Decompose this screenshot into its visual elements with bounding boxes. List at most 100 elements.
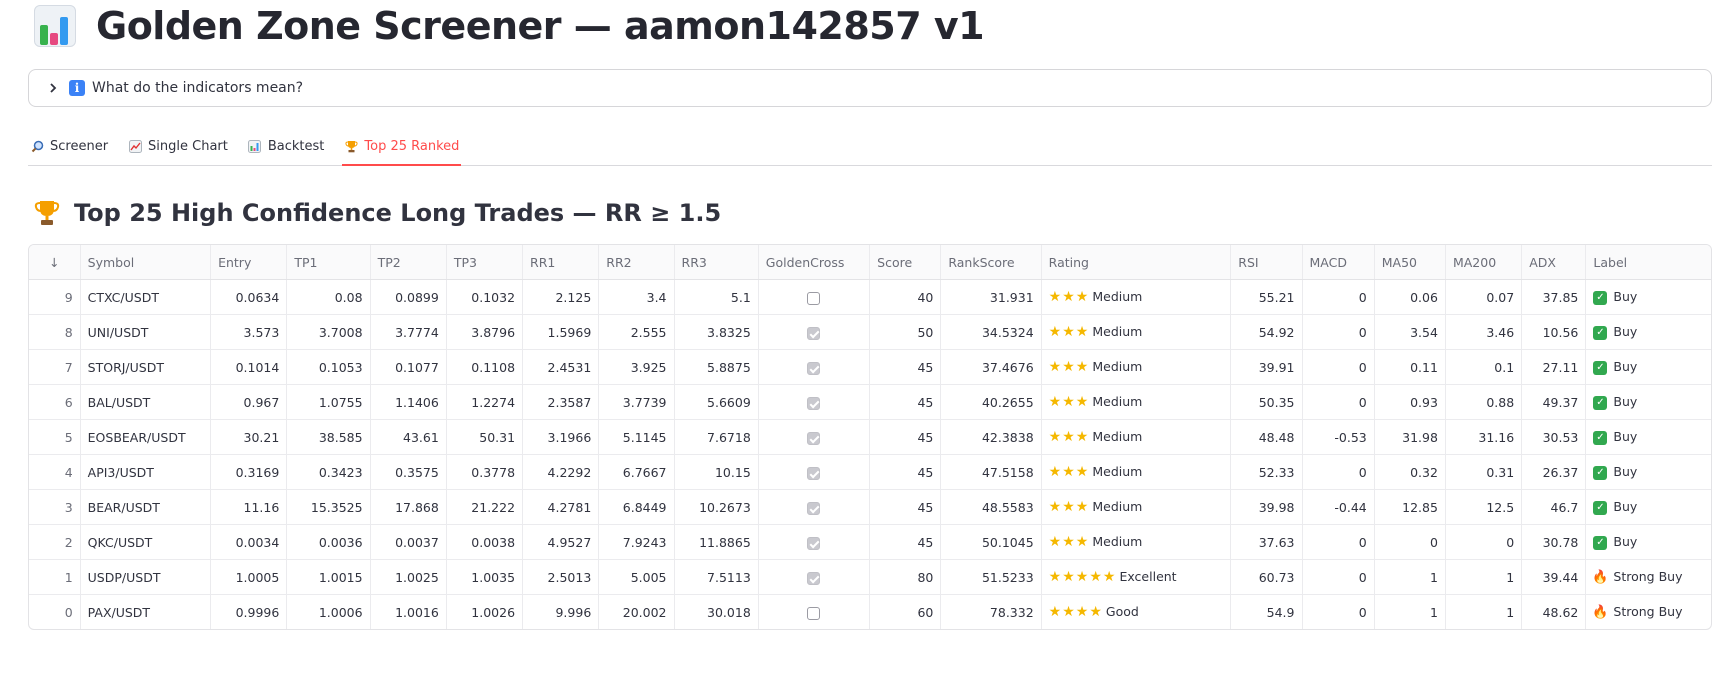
tab-top-25-ranked[interactable]: Top 25 Ranked (342, 128, 462, 166)
row-index: 5 (29, 419, 81, 455)
cell-golden-cross (758, 314, 871, 350)
golden-cross-checkbox[interactable] (807, 291, 821, 305)
cell-rr2: 5.1145 (598, 419, 675, 455)
cell-rating: ★★★ Medium (1041, 419, 1232, 455)
cell-golden-cross (758, 349, 871, 385)
golden-cross-checkbox[interactable] (807, 606, 821, 620)
golden-cross-checkbox[interactable] (807, 536, 821, 550)
table-row[interactable]: 8 UNI/USDT 3.573 3.7008 3.7774 3.8796 1.5969 2.… (29, 314, 1711, 350)
cell-rsi: 39.91 (1230, 349, 1303, 385)
star-icon: ★ (1062, 324, 1075, 340)
cell-rsi: 52.33 (1230, 454, 1303, 490)
rating-label: Medium (1092, 394, 1143, 409)
column-header[interactable]: ADX (1521, 245, 1587, 280)
label-text: Buy (1613, 499, 1638, 515)
cell-tp1: 1.0006 (286, 594, 371, 629)
column-header[interactable]: RR3 (674, 245, 759, 280)
cell-symbol: BEAR/USDT (80, 489, 212, 525)
column-header[interactable]: MA50 (1374, 245, 1446, 280)
column-header[interactable]: RR2 (598, 245, 675, 280)
column-header[interactable]: MA200 (1445, 245, 1523, 280)
cell-symbol: USDP/USDT (80, 559, 212, 595)
table-row[interactable]: 7 STORJ/USDT 0.1014 0.1053 0.1077 0.1108 2.453… (29, 349, 1711, 385)
golden-cross-checkbox[interactable] (807, 431, 821, 445)
table-row[interactable]: 9 CTXC/USDT 0.0634 0.08 0.0899 0.1032 2.125 3.4… (29, 279, 1711, 315)
cell-adx: 39.44 (1521, 559, 1587, 595)
column-header[interactable]: Label (1585, 245, 1711, 280)
cell-score: 80 (869, 559, 942, 595)
page-title: Golden Zone Screener — aamon142857 v1 (96, 4, 985, 48)
column-header[interactable]: Symbol (80, 245, 212, 280)
cell-label: ✓ Buy (1585, 384, 1711, 420)
star-icon: ★ (1062, 394, 1075, 410)
table-row[interactable]: 6 BAL/USDT 0.967 1.0755 1.1406 1.2274 2.3587 3.… (29, 384, 1711, 420)
table-row[interactable]: 3 BEAR/USDT 11.16 15.3525 17.868 21.222 4.2781… (29, 489, 1711, 525)
cell-ma200: 1 (1445, 559, 1523, 595)
sort-arrow-icon[interactable]: ↓ (29, 245, 81, 280)
column-header[interactable]: TP3 (446, 245, 524, 280)
cell-ma50: 0.06 (1374, 279, 1446, 315)
golden-cross-checkbox[interactable] (807, 326, 821, 340)
row-index: 1 (29, 559, 81, 595)
cell-golden-cross (758, 489, 871, 525)
star-icon: ★ (1048, 499, 1062, 515)
cell-score: 40 (869, 279, 942, 315)
cell-ma50: 1 (1374, 559, 1446, 595)
cell-score: 45 (869, 524, 942, 560)
table-header-row: ↓ Symbol Entry TP1 TP2 TP3 RR1 RR2 RR3 G… (29, 245, 1711, 280)
column-header[interactable]: RSI (1230, 245, 1303, 280)
cell-ma200: 0 (1445, 524, 1523, 560)
cell-adx: 49.37 (1521, 384, 1587, 420)
star-icon: ★ (1075, 394, 1089, 410)
cell-adx: 48.62 (1521, 594, 1587, 629)
cell-macd: 0 (1302, 314, 1375, 350)
table-row[interactable]: 1 USDP/USDT 1.0005 1.0015 1.0025 1.0035 2.5013… (29, 559, 1711, 595)
cell-rank-score: 42.3838 (940, 419, 1042, 455)
row-index: 4 (29, 454, 81, 490)
cell-rr1: 3.1966 (522, 419, 600, 455)
tab-single-chart[interactable]: Single Chart (126, 128, 230, 165)
cell-rank-score: 78.332 (940, 594, 1042, 629)
column-header[interactable]: GoldenCross (758, 245, 871, 280)
cell-tp3: 50.31 (446, 419, 524, 455)
table-row[interactable]: 5 EOSBEAR/USDT 30.21 38.585 43.61 50.31 3.1966… (29, 419, 1711, 455)
cell-tp2: 1.0016 (370, 594, 447, 629)
column-header[interactable]: TP2 (370, 245, 447, 280)
cell-label: 🔥 Strong Buy (1585, 594, 1711, 629)
cell-label: ✓ Buy (1585, 454, 1711, 490)
cell-rr3: 5.6609 (674, 384, 759, 420)
column-header[interactable]: Rating (1041, 245, 1232, 280)
tab-label: Single Chart (148, 139, 228, 154)
cell-tp3: 0.3778 (446, 454, 524, 490)
column-header[interactable]: MACD (1302, 245, 1375, 280)
cell-macd: 0 (1302, 559, 1375, 595)
cell-score: 45 (869, 384, 942, 420)
star-icon: ★ (1075, 534, 1089, 550)
cell-tp3: 3.8796 (446, 314, 524, 350)
table-row[interactable]: 0 PAX/USDT 0.9996 1.0006 1.0016 1.0026 9.996 20… (29, 594, 1711, 629)
golden-cross-checkbox[interactable] (807, 466, 821, 480)
column-header[interactable]: RankScore (940, 245, 1042, 280)
cell-ma50: 1 (1374, 594, 1446, 629)
tab-screener[interactable]: Screener (28, 128, 110, 165)
indicators-expander[interactable]: i What do the indicators mean? (28, 69, 1712, 107)
golden-cross-checkbox[interactable] (807, 396, 821, 410)
golden-cross-checkbox[interactable] (807, 571, 821, 585)
cell-rr1: 4.2781 (522, 489, 600, 525)
cell-tp3: 1.0035 (446, 559, 524, 595)
tab-backtest[interactable]: Backtest (246, 128, 327, 165)
tab-bar: Screener Single Chart Backtest Top 25 Ra… (28, 128, 1712, 166)
column-header[interactable]: Entry (210, 245, 288, 280)
table-row[interactable]: 2 QKC/USDT 0.0034 0.0036 0.0037 0.0038 4.9527 7… (29, 524, 1711, 560)
column-header[interactable]: TP1 (286, 245, 371, 280)
golden-cross-checkbox[interactable] (807, 501, 821, 515)
cell-score: 60 (869, 594, 942, 629)
column-header[interactable]: Score (869, 245, 942, 280)
check-icon: ✓ (1593, 395, 1608, 410)
table-row[interactable]: 4 API3/USDT 0.3169 0.3423 0.3575 0.3778 4.2292… (29, 454, 1711, 490)
golden-cross-checkbox[interactable] (807, 361, 821, 375)
cell-tp1: 0.0036 (286, 524, 371, 560)
column-header[interactable]: RR1 (522, 245, 600, 280)
cell-rr1: 2.3587 (522, 384, 600, 420)
cell-rr2: 3.7739 (598, 384, 675, 420)
